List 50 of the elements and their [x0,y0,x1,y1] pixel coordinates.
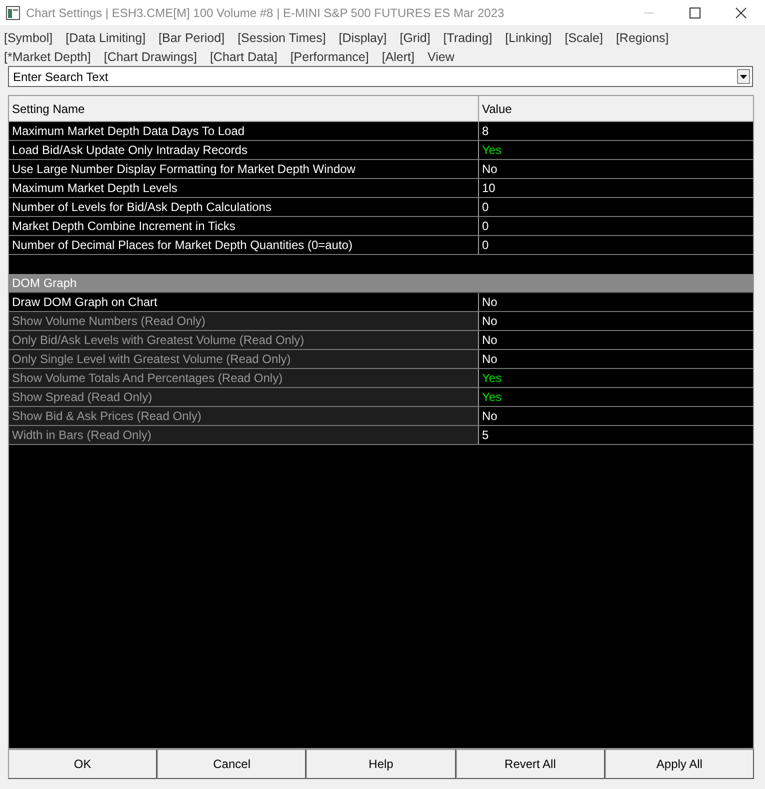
setting-name: Show Spread (Read Only) [9,388,479,406]
settings-tab[interactable]: [Data Limiting] [66,30,146,44]
setting-value[interactable]: 0 [482,200,489,214]
setting-value[interactable]: No [482,333,498,347]
setting-value[interactable]: 0 [482,219,489,233]
setting-name: Only Bid/Ask Levels with Greatest Volume (Read Only) [9,331,479,349]
app-icon [6,6,20,20]
settings-tab[interactable]: [Chart Data] [210,50,278,64]
dialog-button[interactable]: OK [8,749,158,779]
setting-value[interactable]: No [482,352,498,366]
setting-value[interactable]: Yes [482,371,502,385]
setting-value[interactable]: 8 [482,124,489,138]
settings-tab[interactable]: [Bar Period] [158,30,225,44]
settings-tab[interactable]: [Display] [338,30,387,44]
settings-tab[interactable]: [Symbol] [4,30,53,44]
settings-tab[interactable]: [Session Times] [238,30,326,44]
setting-name: Only Single Level with Greatest Volume (Read Only) [9,350,479,368]
section-header: DOM Graph [9,274,753,293]
close-icon[interactable] [735,6,747,18]
setting-name: Show Bid & Ask Prices (Read Only) [9,407,479,425]
setting-name: Show Volume Numbers (Read Only) [9,312,479,330]
dialog-button[interactable]: Cancel [157,749,306,779]
setting-value[interactable]: Yes [482,390,502,404]
setting-value[interactable]: 5 [482,428,489,442]
settings-tab[interactable]: [Performance] [290,50,369,64]
settings-tab[interactable]: [Grid] [400,30,430,44]
setting-name: Width in Bars (Read Only) [9,426,479,444]
setting-value[interactable]: No [482,314,498,328]
settings-tab[interactable]: [Chart Drawings] [104,50,197,64]
dialog-button[interactable]: Revert All [456,749,605,779]
setting-value[interactable]: 0 [482,238,489,252]
settings-tab[interactable]: [Alert] [382,50,414,64]
setting-value[interactable]: No [482,409,498,423]
setting-value[interactable]: No [482,162,498,176]
window-title: Chart Settings | ESH3.CME[M] 100 Volume #8 | E-MINI S&P 500 FUTURES ES Mar 2023 [26,6,504,20]
settings-tab[interactable]: View [428,50,454,64]
setting-value[interactable]: Yes [482,143,502,157]
settings-tab[interactable]: [*Market Depth] [4,50,91,64]
setting-name: Show Volume Totals And Percentages (Read Only) [9,369,479,387]
settings-tab[interactable]: [Regions] [616,30,669,44]
maximize-icon[interactable] [689,6,701,18]
settings-tab[interactable]: [Trading] [443,30,492,44]
setting-value[interactable]: 10 [482,181,496,195]
settings-tab[interactable]: [Linking] [505,30,552,44]
dialog-button[interactable]: Apply All [604,749,754,779]
setting-value[interactable]: No [482,295,498,309]
column-header: Setting Name [9,96,479,121]
settings-tab[interactable]: [Scale] [564,30,603,44]
dialog-button[interactable]: Help [306,749,456,779]
column-header: Value [481,100,513,118]
